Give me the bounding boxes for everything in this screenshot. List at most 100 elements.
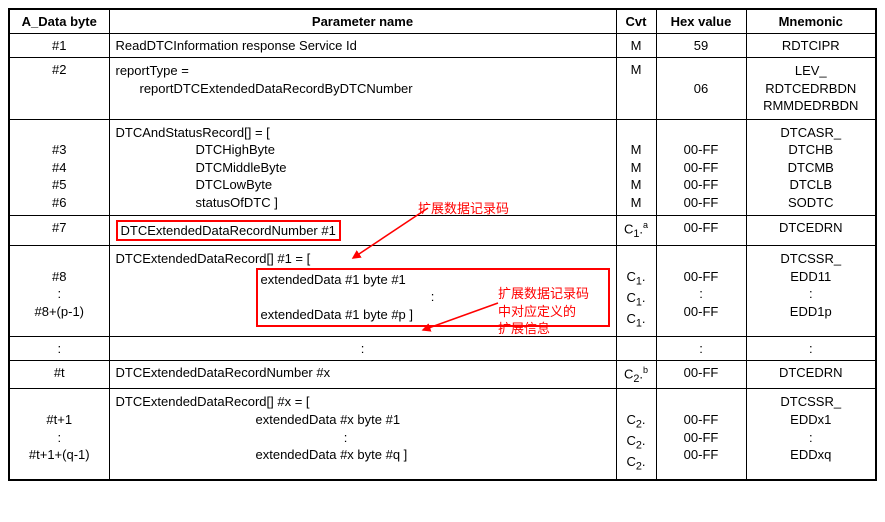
cvt-line: C1. <box>626 268 645 289</box>
cell-adata: #1 <box>9 34 109 58</box>
cell-adata: #t+1 : #t+1+(q-1) <box>9 389 109 480</box>
adata-line: #t+1+(q-1) <box>29 446 90 464</box>
cvt-line: M <box>631 194 642 212</box>
cell-mnem: DTCEDRN <box>746 216 876 246</box>
cell-param: DTCExtendedDataRecordNumber #1 <box>109 216 616 246</box>
table-row: #t+1 : #t+1+(q-1) DTCExtendedDataRecord[… <box>9 389 876 480</box>
cell-cvt: M M M M <box>616 119 656 216</box>
table-row: #1 ReadDTCInformation response Service I… <box>9 34 876 58</box>
param-line: extendedData #1 byte #p ] <box>261 306 605 324</box>
mnem-line: EDD11 <box>790 268 831 286</box>
param-line: extendedData #x byte #1 <box>116 411 610 429</box>
hex-line: 00-FF <box>684 159 719 177</box>
hex-line: 00-FF <box>684 141 719 159</box>
hex-line: 00-FF <box>684 446 719 464</box>
hex-line: 00-FF <box>684 194 719 212</box>
mnem-line: DTCLB <box>789 176 832 194</box>
hex-line: 00-FF <box>684 268 719 286</box>
param-line: DTCAndStatusRecord[] = [ <box>116 124 610 142</box>
param-line: statusOfDTC ] <box>116 194 610 212</box>
cell-hex: 59 <box>656 34 746 58</box>
document-root: A_Data byte Parameter name Cvt Hex value… <box>8 8 877 481</box>
table-row: #t DTCExtendedDataRecordNumber #x C2.b 0… <box>9 360 876 389</box>
cell-mnem: DTCEDRN <box>746 360 876 389</box>
hex-line: 00-FF <box>684 176 719 194</box>
cell-hex: 06 <box>656 58 746 120</box>
adata-line: : <box>57 285 61 303</box>
cvt-line: M <box>631 159 642 177</box>
param-line: DTCExtendedDataRecord[] #1 = [ <box>116 250 610 268</box>
table-row: #7 DTCExtendedDataRecordNumber #1 C1.a 0… <box>9 216 876 246</box>
mnem-line: SODTC <box>788 194 834 212</box>
cell-param: DTCExtendedDataRecord[] #x = [ extendedD… <box>109 389 616 480</box>
cell-mnem: DTCASR_ DTCHB DTCMB DTCLB SODTC <box>746 119 876 216</box>
cvt-line: M <box>631 141 642 159</box>
mnem-line: DTCSSR_ <box>780 250 841 268</box>
param-line: : <box>261 288 605 306</box>
table-row: #3 #4 #5 #6 DTCAndStatusRecord[] = [ DTC… <box>9 119 876 216</box>
mnem-line: RDTCEDRBDN <box>765 80 856 98</box>
adata-line: #3 <box>52 141 66 159</box>
header-adata: A_Data byte <box>9 9 109 34</box>
table-row: #8 : #8+(p-1) DTCExtendedDataRecord[] #1… <box>9 246 876 336</box>
hex-line: 00-FF <box>684 411 719 429</box>
cell-hex: 00-FF 00-FF 00-FF 00-FF <box>656 119 746 216</box>
param-line: reportDTCExtendedDataRecordByDTCNumber <box>116 80 610 98</box>
cell-mnem: RDTCIPR <box>746 34 876 58</box>
param-line: DTCLowByte <box>116 176 610 194</box>
mnem-line: EDDxq <box>790 446 831 464</box>
cell-mnem: LEV_ RDTCEDRBDN RMMDEDRBDN <box>746 58 876 120</box>
cell-mnem: DTCSSR_ EDD11 : EDD1p <box>746 246 876 336</box>
cell-param: DTCAndStatusRecord[] = [ DTCHighByte DTC… <box>109 119 616 216</box>
cell-adata: #2 <box>9 58 109 120</box>
cell-adata: #3 #4 #5 #6 <box>9 119 109 216</box>
param-line: extendedData #x byte #q ] <box>116 446 610 464</box>
header-cvt: Cvt <box>616 9 656 34</box>
mnem-line: : <box>809 285 813 303</box>
cell-cvt: C1.a <box>616 216 656 246</box>
cell-cvt: C2. C2. C2. <box>616 389 656 480</box>
cvt-line: C2. <box>626 411 645 432</box>
adata-line: #8 <box>52 268 66 286</box>
header-mnem: Mnemonic <box>746 9 876 34</box>
parameter-table: A_Data byte Parameter name Cvt Hex value… <box>8 8 877 481</box>
cell-hex: 00-FF : 00-FF <box>656 246 746 336</box>
cell-cvt <box>616 336 656 360</box>
mnem-line: DTCHB <box>788 141 833 159</box>
cell-hex: : <box>656 336 746 360</box>
adata-line: #t+1 <box>46 411 72 429</box>
param-line: DTCHighByte <box>116 141 610 159</box>
cell-hex: 00-FF <box>656 216 746 246</box>
param-line: reportType = <box>116 62 610 80</box>
cell-cvt: C2.b <box>616 360 656 389</box>
adata-line: #6 <box>52 194 66 212</box>
cell-param: DTCExtendedDataRecord[] #1 = [ extendedD… <box>109 246 616 336</box>
cvt-line: C2. <box>626 453 645 474</box>
param-line: DTCExtendedDataRecord[] #x = [ <box>116 393 610 411</box>
cell-mnem: : <box>746 336 876 360</box>
mnem-line: EDDx1 <box>790 411 831 429</box>
param-line: : <box>116 429 436 447</box>
cell-adata: : <box>9 336 109 360</box>
mnem-line: DTCSSR_ <box>780 393 841 411</box>
cell-param: ReadDTCInformation response Service Id <box>109 34 616 58</box>
adata-line: #4 <box>52 159 66 177</box>
table-row: #2 reportType = reportDTCExtendedDataRec… <box>9 58 876 120</box>
header-param: Parameter name <box>109 9 616 34</box>
mnem-line: LEV_ <box>795 62 827 80</box>
hex-line: 00-FF <box>684 429 719 447</box>
adata-line: #5 <box>52 176 66 194</box>
cell-param: DTCExtendedDataRecordNumber #x <box>109 360 616 389</box>
adata-line: #8+(p-1) <box>35 303 85 321</box>
mnem-line: : <box>809 429 813 447</box>
mnem-line: EDD1p <box>790 303 832 321</box>
cvt-line: C1. <box>626 289 645 310</box>
param-line: DTCMiddleByte <box>116 159 610 177</box>
mnem-line: DTCASR_ <box>780 124 841 142</box>
param-line: extendedData #1 byte #1 <box>261 271 605 289</box>
hex-line: : <box>699 285 703 303</box>
hex-line: 00-FF <box>684 303 719 321</box>
mnem-line: RMMDEDRBDN <box>763 97 858 115</box>
cell-cvt: C1. C1. C1. <box>616 246 656 336</box>
cell-hex: 00-FF <box>656 360 746 389</box>
